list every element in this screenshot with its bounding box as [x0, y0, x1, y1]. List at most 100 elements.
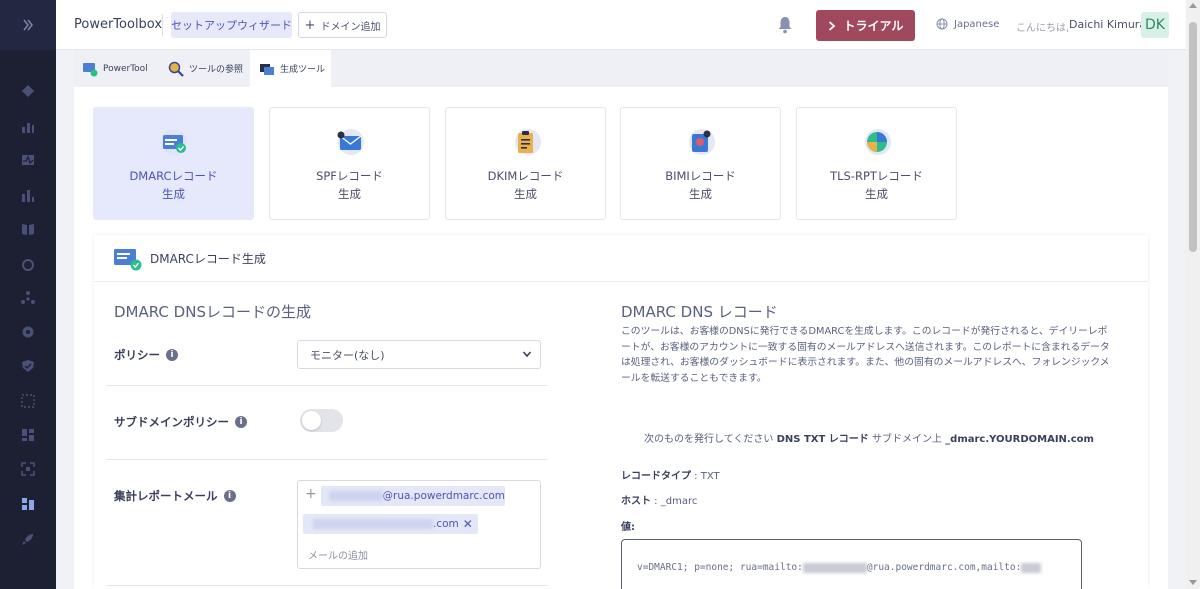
sidebar-item-reports[interactable]	[19, 118, 37, 136]
publish-instructions: 次のものを発行してください DNS TXT レコード サブドメイン上 _dmar…	[644, 430, 1094, 445]
bell-icon[interactable]	[777, 16, 793, 34]
powertool-icon	[83, 62, 98, 76]
record-value-prefix: v=DMARC1; p=none; rua=mailto:	[637, 562, 803, 573]
chevron-right-icon	[23, 19, 34, 31]
card-dmarc-generator[interactable]: DMARCレコード 生成	[93, 107, 254, 220]
bar-chart-icon	[22, 123, 34, 133]
card-dkim-generator[interactable]: DKIMレコード 生成	[445, 107, 606, 220]
toggle-knob	[302, 411, 321, 430]
sidebar-item-security[interactable]	[19, 357, 37, 375]
rocket-icon	[22, 534, 33, 545]
diamond-icon	[22, 85, 34, 97]
scroll-down-icon[interactable]	[1189, 580, 1197, 585]
tab-generator-tools-label: 生成ツール	[280, 65, 326, 75]
aggregate-report-label: 集計レポートメール i	[114, 488, 236, 504]
tab-powertool[interactable]: PowerTool	[82, 50, 148, 87]
pulse-icon	[22, 155, 34, 165]
circle-icon	[22, 259, 34, 271]
sidebar-item-tools[interactable]	[12, 489, 44, 519]
form-title: DMARC DNSレコードの生成	[114, 303, 311, 321]
tab-powertool-label: PowerTool	[103, 63, 148, 74]
tls-rpt-icon	[864, 129, 891, 155]
plus-icon: +	[304, 17, 316, 33]
sidebar-item-analytics[interactable]	[19, 151, 37, 169]
value-row: 値:	[621, 518, 635, 533]
subdomain-policy-label-text: サブドメインポリシー	[114, 415, 229, 429]
card-bimi-generator[interactable]: BIMIレコード 生成	[620, 107, 781, 220]
language-selector[interactable]: Japanese	[936, 18, 999, 30]
language-label: Japanese	[954, 18, 1000, 30]
record-type-value: : TXT	[691, 471, 720, 482]
record-description: このツールは、お客様のDNSに発行できるDMARCを生成します。このレコードが発…	[621, 326, 1110, 384]
card-dkim-label: DKIMレコード 生成	[487, 169, 564, 201]
dkim-icon	[514, 129, 541, 155]
policy-select-value: モニター(なし)	[310, 348, 385, 362]
spf-icon	[337, 129, 364, 155]
aggregate-report-label-text: 集計レポートメール	[114, 489, 218, 503]
generator-icon	[260, 63, 274, 75]
info-icon[interactable]: i	[223, 490, 236, 502]
subdomain-policy-label: サブドメインポリシー i	[114, 414, 247, 430]
add-domain-button[interactable]: + ドメイン追加	[298, 12, 387, 38]
avatar[interactable]: DK	[1141, 12, 1169, 38]
sidebar-item-dashboard[interactable]	[19, 82, 37, 100]
info-icon[interactable]: i	[235, 416, 247, 428]
dotted-grid-icon	[21, 394, 35, 408]
sidebar-item-stats[interactable]	[19, 187, 37, 205]
record-value-mid: @rua.powerdmarc.com,mailto:	[866, 562, 1022, 573]
trial-label: トライアル	[843, 19, 904, 33]
policy-select[interactable]: モニター(なし)	[297, 340, 541, 369]
sidebar-item-expand[interactable]	[19, 460, 37, 478]
card-dmarc-label: DMARCレコード 生成	[129, 169, 218, 201]
card-bimi-label: BIMIレコード 生成	[665, 169, 736, 201]
value-label: 値:	[621, 522, 635, 533]
setup-wizard-button[interactable]: セットアップウィザード	[171, 12, 292, 38]
email-chip[interactable]: @rua.powerdmarc.com	[321, 486, 505, 506]
remove-chip-icon[interactable]: ✕	[463, 517, 473, 531]
card-tls-rpt-label: TLS-RPTレコード 生成	[830, 169, 923, 201]
scrollbar-thumb[interactable]	[1189, 22, 1197, 252]
redacted-text	[313, 519, 433, 529]
info-icon[interactable]: i	[166, 349, 178, 361]
section-title: DMARCレコード生成	[150, 251, 266, 266]
email-chip-domain: @rua.powerdmarc.com	[382, 490, 505, 502]
record-type-row: レコードタイプ : TXT	[621, 467, 720, 482]
brand-divider	[162, 14, 163, 36]
bimi-icon	[688, 129, 715, 155]
layout-icon	[22, 429, 34, 441]
row-divider	[106, 585, 548, 586]
host-row: ホスト : _dmarc	[621, 492, 697, 507]
record-value-box[interactable]: v=DMARC1; p=none; rua=mailto: @rua.powerd…	[621, 539, 1082, 589]
sidebar-toggle-button[interactable]	[0, 0, 56, 50]
sidebar-item-circle[interactable]	[19, 256, 37, 274]
publish-prefix: 次のものを発行してください	[644, 434, 774, 445]
network-icon	[21, 291, 35, 304]
user-name[interactable]: Daichi Kimura	[1069, 18, 1146, 31]
scroll-up-icon[interactable]	[1189, 3, 1197, 8]
tab-tool-lookup[interactable]: ツールの参照	[168, 50, 243, 87]
globe-icon	[936, 18, 948, 30]
tab-generator-tools[interactable]: 生成ツール	[250, 50, 331, 87]
trial-button[interactable]: トライアル	[816, 10, 915, 41]
aggregate-email-input[interactable]: + @rua.powerdmarc.com .com ✕ メールの追加	[297, 480, 541, 569]
subdomain-policy-toggle[interactable]	[300, 409, 343, 432]
card-tls-rpt-generator[interactable]: TLS-RPTレコード 生成	[796, 107, 957, 220]
magnifier-icon	[168, 61, 184, 77]
book-icon	[22, 224, 34, 235]
shield-icon	[22, 360, 34, 372]
plus-icon[interactable]: +	[305, 486, 317, 502]
vertical-scrollbar[interactable]	[1186, 0, 1200, 589]
sidebar-item-network[interactable]	[19, 289, 37, 307]
sidebar-item-rocket[interactable]	[19, 530, 37, 548]
publish-type: DNS TXT レコード	[776, 434, 869, 445]
record-type-label: レコードタイプ	[621, 471, 691, 482]
policy-label: ポリシー i	[114, 347, 178, 363]
sidebar-item-layout[interactable]	[19, 426, 37, 444]
sidebar-item-grid[interactable]	[19, 392, 37, 410]
sidebar-item-book[interactable]	[19, 220, 37, 238]
card-spf-generator[interactable]: SPFレコード 生成	[269, 107, 430, 220]
expand-icon	[21, 462, 35, 476]
email-chip[interactable]: .com ✕	[303, 514, 478, 534]
sidebar-item-settings[interactable]	[19, 323, 37, 341]
add-domain-label: ドメイン追加	[320, 21, 381, 33]
